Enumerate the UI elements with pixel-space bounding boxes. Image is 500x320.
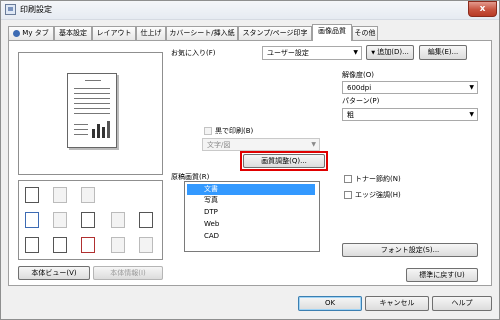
edge-enhance-checkbox[interactable] xyxy=(344,191,352,199)
pattern-label: パターン(P) xyxy=(342,97,380,105)
printer-icon xyxy=(5,4,16,15)
finisher-icon xyxy=(25,212,39,228)
memory-icon xyxy=(25,237,39,253)
mono-mode-select[interactable]: 文字/図 ▼ xyxy=(202,138,320,151)
tab-layout[interactable]: レイアウト xyxy=(92,26,136,40)
tab-my-tab[interactable]: My タブ xyxy=(8,26,54,40)
print-in-black-label: 黒で印刷(B) xyxy=(215,127,254,135)
help-button[interactable]: ヘルプ xyxy=(432,296,492,311)
tab-finishing[interactable]: 仕上げ xyxy=(136,26,166,40)
resolution-select[interactable]: 600dpi ▼ xyxy=(342,81,478,94)
tab-cover-sheet[interactable]: カバーシート/挿入紙 xyxy=(166,26,238,40)
chevron-down-icon: ▼ xyxy=(469,111,474,118)
print-in-black-checkbox[interactable] xyxy=(204,127,212,135)
toner-save-label: トナー節約(N) xyxy=(355,175,401,183)
favorites-label: お気に入り(F) xyxy=(171,49,216,57)
list-item[interactable]: 文書 xyxy=(187,184,315,195)
punch-icon xyxy=(53,212,67,228)
stamp-icon xyxy=(139,212,153,228)
edge-enhance-label: エッジ強調(H) xyxy=(355,191,401,199)
device-info-button[interactable]: 本体情報(I) xyxy=(93,266,163,280)
chevron-down-icon: ▼ xyxy=(469,84,474,91)
tab-stamp[interactable]: スタンプ/ページ印字 xyxy=(238,26,312,40)
tab-image-quality[interactable]: 画像品質 xyxy=(312,24,352,41)
list-item[interactable]: Web xyxy=(187,219,315,230)
tab-basic[interactable]: 基本設定 xyxy=(54,26,92,40)
mono-mode-value: 文字/図 xyxy=(207,141,231,149)
device-option-icons xyxy=(18,180,163,260)
favorites-select[interactable]: ユーザー設定 ▼ xyxy=(262,46,362,60)
title-bar xyxy=(1,1,499,20)
add-label: 追加(D)... xyxy=(377,48,409,56)
fold-icon xyxy=(81,212,95,228)
original-type-list[interactable]: 文書 写真 DTP Web CAD xyxy=(184,181,320,252)
pattern-select[interactable]: 粗 ▼ xyxy=(342,108,478,121)
chevron-down-icon: ▼ xyxy=(371,50,376,56)
account-icon xyxy=(81,237,95,253)
booklet-icon xyxy=(111,212,125,228)
add-favorite-button[interactable]: ▼ 追加(D)... xyxy=(366,45,414,60)
person-icon xyxy=(13,29,21,37)
edit-favorite-button[interactable]: 編集(E)... xyxy=(419,45,467,60)
highlight-box xyxy=(240,151,328,171)
toner-save-checkbox[interactable] xyxy=(344,175,352,183)
staple-icon xyxy=(53,187,67,203)
user-icon xyxy=(53,237,67,253)
chevron-down-icon: ▼ xyxy=(353,49,358,56)
cancel-button[interactable]: キャンセル xyxy=(365,296,429,311)
document-preview-icon xyxy=(67,73,117,148)
list-item[interactable]: 写真 xyxy=(187,195,315,206)
secure-print-icon xyxy=(139,237,153,253)
resolution-label: 解像度(O) xyxy=(342,71,374,79)
font-settings-button[interactable]: フォント設定(S)... xyxy=(342,243,478,257)
restore-defaults-button[interactable]: 標準に戻す(U) xyxy=(406,268,478,282)
list-item[interactable]: CAD xyxy=(187,231,315,242)
bar-chart-icon xyxy=(92,120,110,138)
close-button[interactable]: x xyxy=(468,1,497,17)
chevron-down-icon: ▼ xyxy=(311,141,316,148)
tab-label: My タブ xyxy=(22,29,49,37)
list-item[interactable]: DTP xyxy=(187,207,315,218)
favorites-value: ユーザー設定 xyxy=(267,49,309,57)
window-title: 印刷設定 xyxy=(20,5,52,14)
device-view-button[interactable]: 本体ビュー(V) xyxy=(18,266,90,280)
tray-icon xyxy=(25,187,39,203)
pattern-value: 粗 xyxy=(347,111,354,119)
duplex-icon xyxy=(81,187,95,203)
authentication-icon xyxy=(111,237,125,253)
tab-other[interactable]: その他 xyxy=(352,26,378,40)
resolution-value: 600dpi xyxy=(347,84,372,92)
ok-button[interactable]: OK xyxy=(298,296,362,311)
